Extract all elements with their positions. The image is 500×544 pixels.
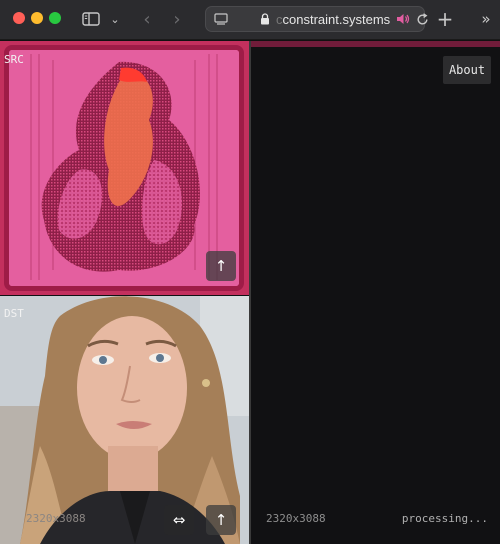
status-text: processing... — [401, 512, 488, 525]
dst-label: DST — [4, 307, 24, 320]
page-icon[interactable] — [214, 13, 228, 25]
swap-arrows-icon: ⇔ — [172, 511, 186, 529]
src-upload-button[interactable]: ↑ — [206, 251, 236, 281]
output-dimensions: 2320x3088 — [266, 512, 326, 525]
url-text: cconstraint.systems — [276, 12, 390, 27]
address-bar[interactable]: cconstraint.systems — [205, 6, 428, 32]
close-window-button[interactable] — [13, 12, 25, 24]
zoom-window-button[interactable] — [49, 12, 61, 24]
swap-button[interactable]: ⇔ — [164, 505, 194, 535]
plus-icon[interactable]: + — [436, 7, 454, 31]
chevron-right-icon[interactable]: › — [168, 8, 186, 30]
chevron-left-icon[interactable]: ‹ — [138, 8, 156, 30]
lock-icon — [260, 13, 270, 25]
dst-upload-button[interactable]: ↑ — [206, 505, 236, 535]
reload-icon[interactable] — [416, 12, 429, 26]
speaker-icon[interactable] — [396, 12, 410, 26]
pane-divider — [249, 41, 251, 544]
browser-toolbar: ⌄ ‹ › cconstraint.systems + » — [0, 0, 500, 40]
minimize-window-button[interactable] — [31, 12, 43, 24]
arrow-up-icon: ↑ — [214, 257, 228, 275]
dst-dimensions: 2320x3088 — [26, 512, 86, 525]
about-button[interactable]: About — [443, 56, 491, 84]
sidebar-icon[interactable] — [80, 8, 102, 30]
app-page: SRC ↑ DST 2320x3088 ⇔ ↑ About 2320x3088 … — [0, 41, 500, 544]
double-chevron-right-icon[interactable]: » — [478, 8, 494, 30]
chevron-down-icon[interactable]: ⌄ — [108, 8, 122, 30]
output-top-strip — [251, 41, 500, 47]
url-domain: constraint.systems — [282, 11, 391, 27]
arrow-up-icon: ↑ — [214, 511, 228, 529]
src-label: SRC — [4, 53, 24, 66]
src-image — [9, 50, 239, 286]
src-pane[interactable]: SRC ↑ — [0, 41, 249, 295]
